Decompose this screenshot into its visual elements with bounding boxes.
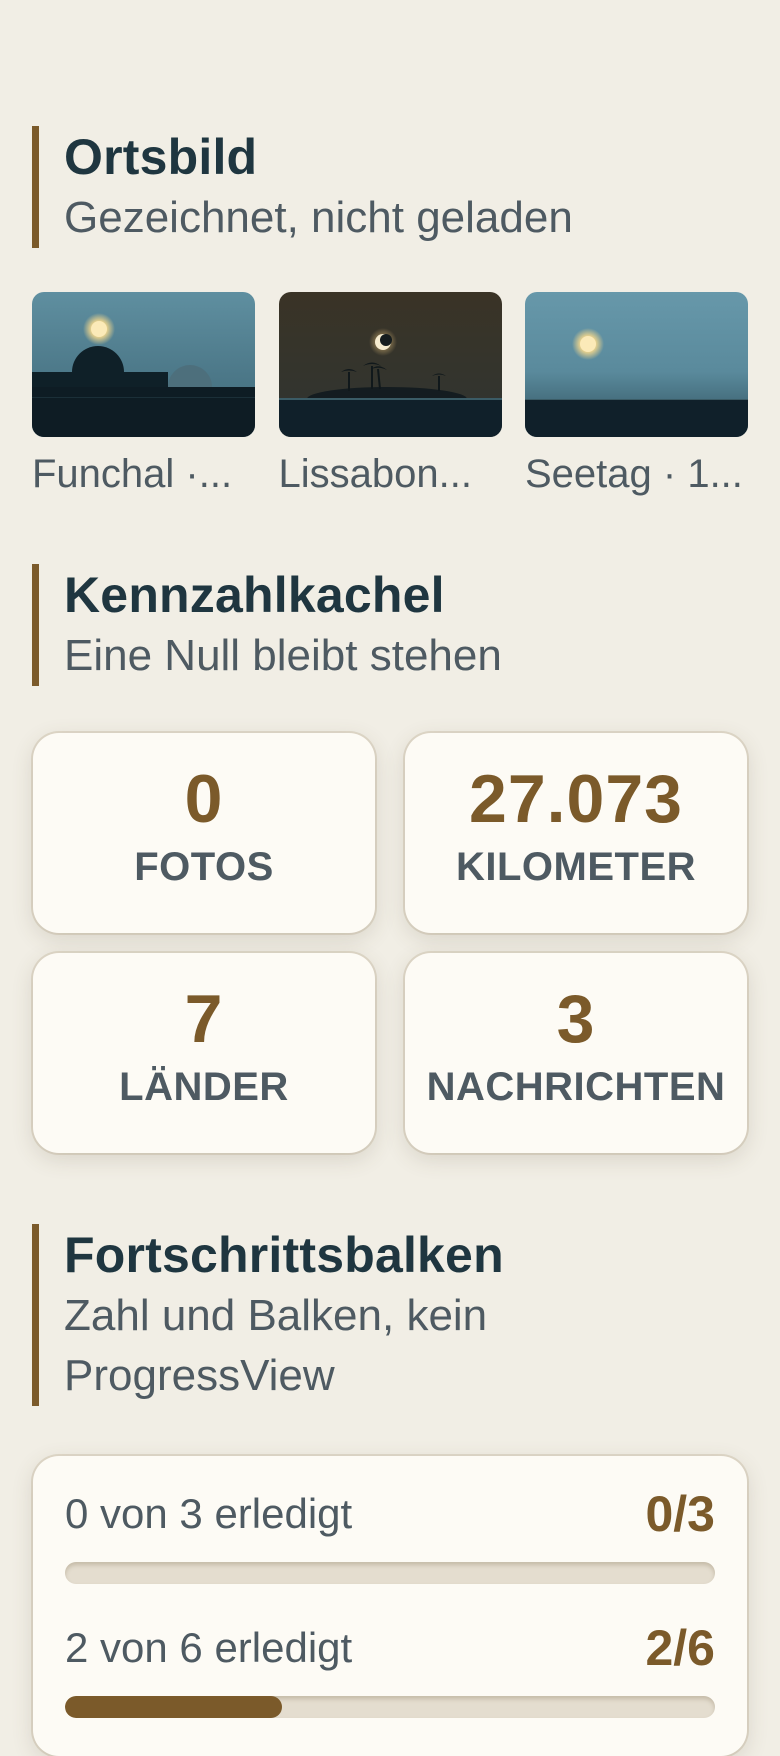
progress-count: 0/3 [645,1486,715,1542]
section-header-kennzahl: Kennzahlkachel Eine Null bleibt stehen [32,564,780,686]
place-label: Seetag · 1... [525,452,743,496]
harbor-dome-scene-icon [32,292,255,437]
place-card-funchal[interactable]: Funchal ·... [32,292,255,499]
progress-text: 0 von 3 erledigt [65,1490,353,1537]
progress-text: 2 von 6 erledigt [65,1624,353,1671]
progress-row: 2 von 6 erledigt 2/6 [65,1620,715,1676]
stat-value: 27.073 [469,761,683,837]
place-card-lissabon[interactable]: Lissabon... [278,292,502,499]
section-title: Fortschrittsbalken [64,1227,504,1283]
place-card-seetag[interactable]: Seetag · 1... [525,292,748,499]
progress-bar [65,1562,715,1584]
section-subtitle: Zahl und Balken, kein ProgressView [64,1291,488,1400]
screen: Ortsbild Gezeichnet, nicht geladen Funch… [0,0,780,1756]
progress-card: 0 von 3 erledigt 0/3 2 von 6 erledigt 2/… [33,1456,747,1756]
place-thumbnails: Funchal ·... Lissabon... Seetag · 1... [32,292,748,499]
stat-tile-nachrichten[interactable]: 3 NACHRICHTEN [405,953,747,1153]
section-title: Ortsbild [64,129,258,185]
night-palm-island-scene-icon [278,292,502,437]
section-subtitle: Eine Null bleibt stehen [64,631,502,680]
section-header-fortschritt: Fortschrittsbalken Zahl und Balken, kein… [32,1224,624,1406]
place-label: Lissabon... [278,452,472,496]
open-sea-sun-scene-icon [525,292,748,437]
stat-label: FOTOS [134,845,274,889]
stat-label: NACHRICHTEN [426,1065,726,1109]
stat-tiles: 0 FOTOS 27.073 KILOMETER 7 LÄNDER 3 NACH… [33,733,747,1153]
stat-value: 0 [184,761,224,837]
section-title: Kennzahlkachel [64,567,445,623]
stat-tile-kilometer[interactable]: 27.073 KILOMETER [405,733,747,933]
progress-bar [65,1696,715,1718]
stat-tile-fotos[interactable]: 0 FOTOS [33,733,375,933]
stat-tile-laender[interactable]: 7 LÄNDER [33,953,375,1153]
section-header-ortsbild: Ortsbild Gezeichnet, nicht geladen [32,126,780,248]
stat-value: 7 [184,981,224,1057]
place-label: Funchal ·... [32,452,233,496]
progress-fill [65,1696,282,1718]
progress-count: 2/6 [645,1620,715,1676]
stat-label: KILOMETER [455,845,697,889]
section-subtitle: Gezeichnet, nicht geladen [64,193,573,242]
progress-row: 0 von 3 erledigt 0/3 [65,1486,715,1542]
stat-label: LÄNDER [119,1065,289,1109]
stat-value: 3 [556,981,596,1057]
